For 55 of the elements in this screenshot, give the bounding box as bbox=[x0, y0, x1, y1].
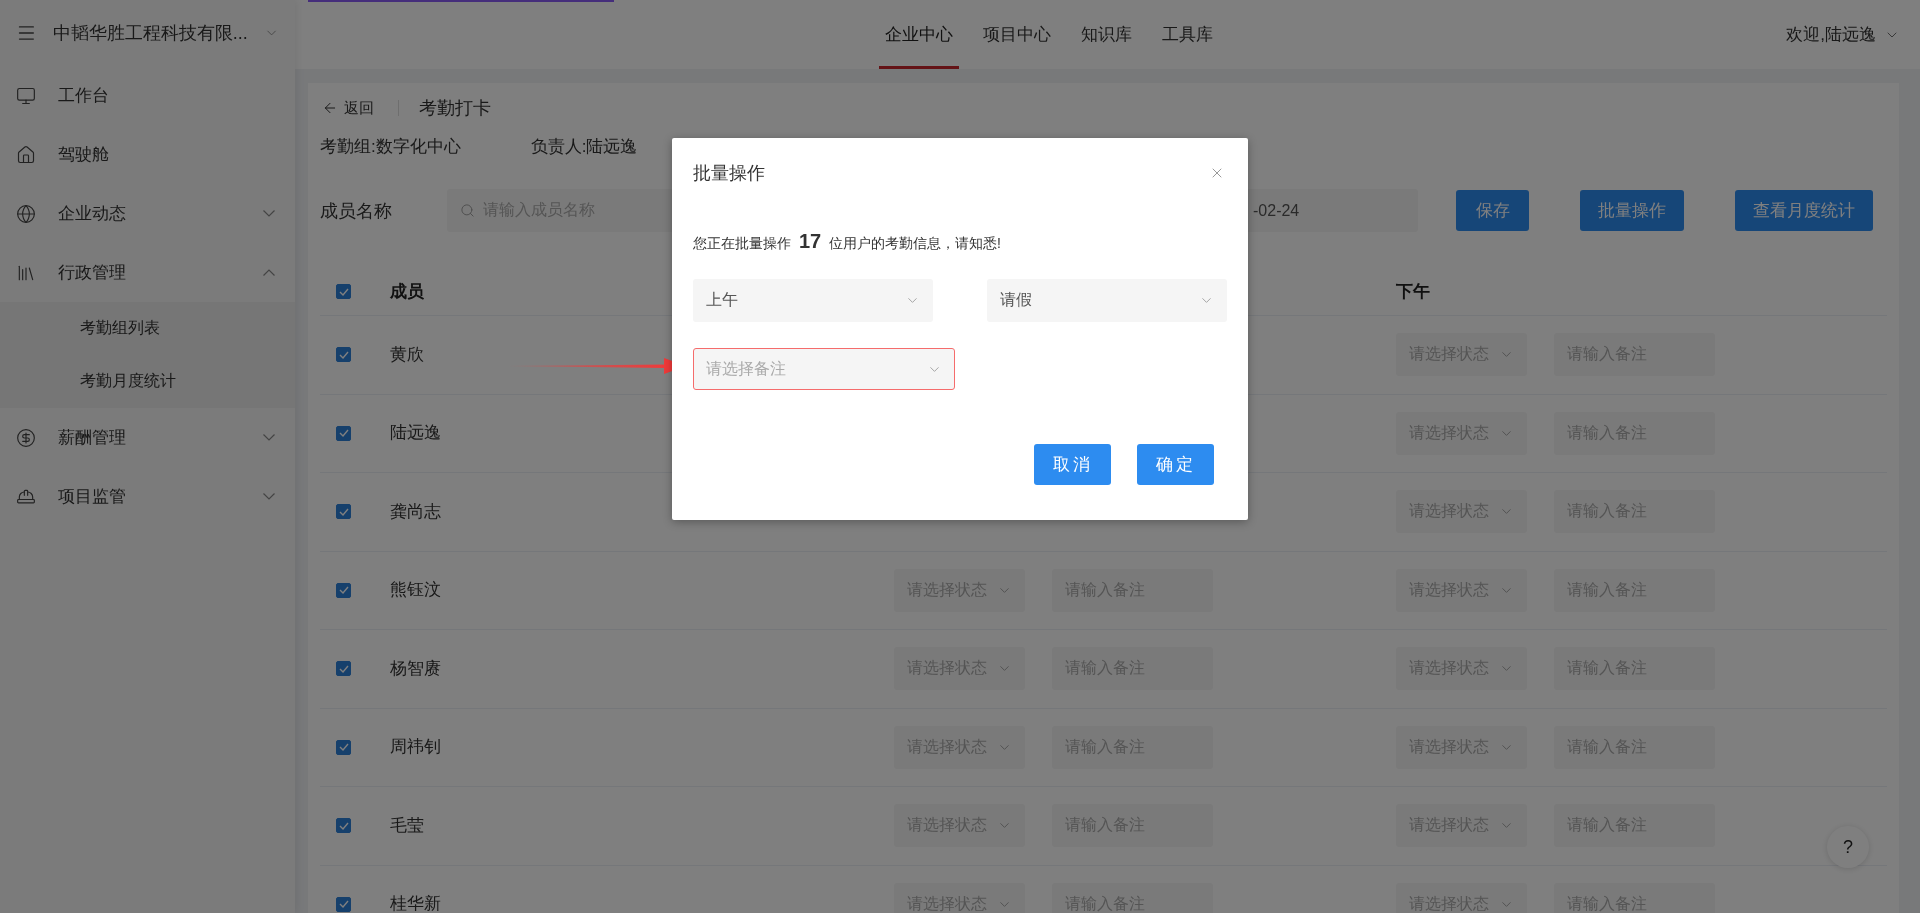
action-button[interactable]: 保存 bbox=[1456, 190, 1529, 231]
currency-icon bbox=[16, 427, 36, 448]
dialog-title: 批量操作 bbox=[693, 162, 765, 185]
action-button[interactable]: 查看月度统计 bbox=[1735, 190, 1873, 231]
sidebar-item[interactable]: 企业动态 bbox=[0, 184, 295, 243]
owner-info: 负责人:陆远逸 bbox=[530, 136, 638, 158]
nav-tab[interactable]: 知识库 bbox=[1075, 0, 1138, 69]
company-name: 中韬华胜工程科技有限... bbox=[52, 22, 248, 45]
sidebar-item[interactable]: 驾驶舱 bbox=[0, 125, 295, 184]
submenu-item[interactable]: 考勤月度统计 bbox=[0, 355, 295, 408]
member-name: 陆远逸 bbox=[390, 423, 441, 444]
group-info: 考勤组:数字化中心 bbox=[320, 136, 461, 158]
page-title: 考勤打卡 bbox=[419, 97, 491, 120]
monitor-icon bbox=[16, 85, 36, 106]
member-name: 桂华新 bbox=[390, 894, 441, 913]
arrow-left-icon bbox=[322, 100, 338, 116]
remark-select[interactable]: 请选择备注 bbox=[693, 348, 955, 390]
member-name: 龚尚志 bbox=[390, 501, 441, 522]
search-icon bbox=[460, 203, 475, 218]
user-menu[interactable]: 欢迎,陆远逸 bbox=[1786, 23, 1876, 46]
nav-tab[interactable]: 项目中心 bbox=[977, 0, 1057, 69]
sidebar-item[interactable]: 薪酬管理 bbox=[0, 408, 295, 467]
member-name: 黄欣 bbox=[390, 344, 424, 365]
sidebar-item[interactable]: 工作台 bbox=[0, 66, 295, 125]
nav-tab[interactable]: 企业中心 bbox=[879, 0, 959, 69]
checkbox[interactable] bbox=[336, 818, 351, 834]
checkbox[interactable] bbox=[336, 582, 351, 598]
home-icon bbox=[16, 144, 36, 165]
column-header: 成员 bbox=[390, 281, 424, 303]
type-select[interactable]: 请假 bbox=[987, 279, 1227, 322]
member-name: 杨智赓 bbox=[390, 658, 441, 679]
period-select[interactable]: 上午 bbox=[693, 279, 933, 322]
sidebar-item[interactable]: 项目监管 bbox=[0, 467, 295, 526]
back-link[interactable]: 返回 bbox=[320, 98, 374, 118]
globe-icon bbox=[16, 203, 36, 224]
filter-label: 成员名称 bbox=[320, 199, 393, 223]
dialog-button[interactable]: 取消 bbox=[1034, 444, 1111, 485]
back-label: 返回 bbox=[344, 98, 374, 118]
checkbox[interactable] bbox=[336, 284, 351, 299]
checkbox[interactable] bbox=[336, 896, 351, 912]
submenu-item[interactable]: 考勤组列表 bbox=[0, 302, 295, 355]
action-button[interactable]: 批量操作 bbox=[1580, 190, 1684, 231]
checkbox[interactable] bbox=[336, 739, 351, 755]
checkbox[interactable] bbox=[336, 347, 351, 363]
checkbox[interactable] bbox=[336, 504, 351, 520]
column-header: 下午 bbox=[1396, 281, 1430, 303]
sidebar-item[interactable]: 行政管理 bbox=[0, 243, 295, 302]
member-name: 毛莹 bbox=[390, 815, 424, 836]
checkbox[interactable] bbox=[336, 425, 351, 441]
dialog-message: 您正在批量操作 17 位用户的考勤信息，请知悉! bbox=[693, 229, 1002, 254]
dialog-button[interactable]: 确定 bbox=[1137, 444, 1214, 485]
member-name: 熊钰汶 bbox=[390, 580, 441, 601]
nav-tab[interactable]: 工具库 bbox=[1156, 0, 1219, 69]
checkbox[interactable] bbox=[336, 661, 351, 677]
member-name: 周祎钊 bbox=[390, 737, 441, 758]
